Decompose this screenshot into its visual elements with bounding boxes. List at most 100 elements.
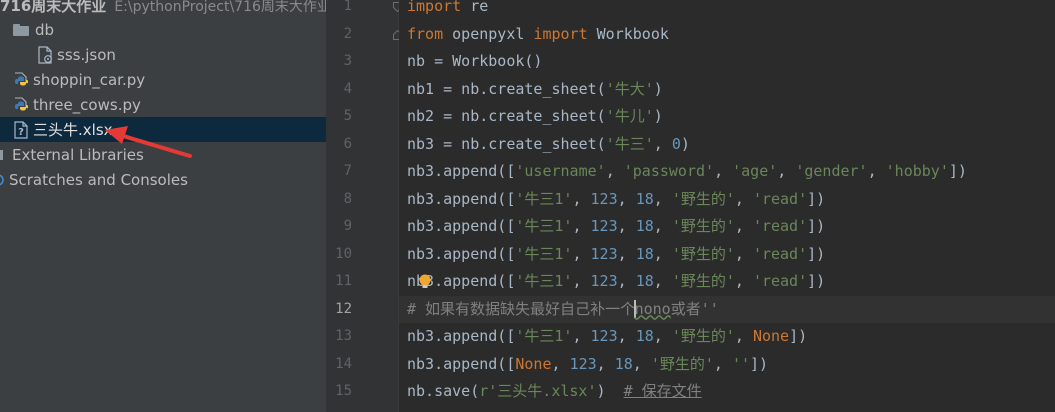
code-token: '牛三1': [515, 272, 573, 290]
tree-item-three-cows[interactable]: three_cows.py: [0, 92, 326, 117]
code-token: ,: [572, 327, 591, 345]
code-token: '牛儿': [605, 107, 654, 125]
code-token: 或者'': [670, 299, 719, 318]
code-token: 'read': [752, 244, 808, 263]
code-token: ,: [632, 354, 651, 373]
code-token: ): [596, 382, 624, 400]
code-token: ]): [807, 217, 826, 235]
code-token: ,: [653, 327, 672, 345]
line-number: 5: [343, 108, 352, 124]
code-line[interactable]: nb3.append(['牛三1', 123, 18, '野生的', None]…: [407, 323, 807, 351]
code-token: nb3.append([: [407, 327, 516, 345]
code-token: ,: [714, 162, 733, 180]
code-token: ,: [653, 272, 672, 290]
code-token: ,: [617, 189, 636, 208]
code-token: ,: [617, 327, 636, 345]
code-token: ,: [734, 217, 753, 235]
code-token: ,: [551, 354, 570, 373]
tree-item-label: three_cows.py: [33, 95, 141, 114]
code-token: 'hobby': [885, 162, 949, 180]
tree-item-scratches[interactable]: Scratches and Consoles: [0, 167, 326, 192]
tree-item-external-libraries[interactable]: External Libraries: [0, 142, 326, 167]
python-file-icon: [15, 96, 28, 110]
code-token: ,: [572, 272, 591, 290]
code-line[interactable]: nb3.append(['牛三1', 123, 18, '野生的', 'read…: [407, 186, 825, 214]
code-line[interactable]: from openpyxl import Workbook: [407, 21, 669, 49]
line-number: 10: [335, 245, 352, 262]
code-editor[interactable]: import re from openpyxl import Workbook nb…: [399, 0, 1055, 412]
tree-item-label: 三头牛.xlsx: [33, 121, 113, 139]
folder-icon: [13, 23, 29, 36]
code-line[interactable]: nb3.append(['牛三1', 123, 18, '野生的', 'read…: [407, 213, 825, 241]
json-file-icon: [38, 45, 52, 64]
code-token: '牛三1': [515, 244, 573, 263]
root-folder-label: 716周末大作业: [0, 0, 107, 15]
code-line[interactable]: nb3.append(['username', 'password', 'age…: [407, 158, 967, 186]
tree-item-label: External Libraries: [12, 145, 144, 164]
code-token: 'password': [623, 162, 715, 180]
tree-item-xlsx-selected[interactable]: ? 三头牛.xlsx: [0, 117, 326, 142]
code-line[interactable]: nb = Workbook(): [407, 48, 542, 76]
code-token: ,: [653, 244, 672, 263]
code-line[interactable]: nb3 = nb.create_sheet('牛三', 0): [407, 131, 690, 159]
tree-item-shoppin-car[interactable]: shoppin_car.py: [0, 67, 326, 92]
code-token: '牛三': [605, 134, 654, 153]
code-token: None: [515, 354, 552, 373]
line-number: 9: [343, 218, 352, 234]
code-token: ]): [948, 162, 967, 180]
library-icon: [0, 149, 3, 160]
code-token: 123: [590, 217, 618, 235]
tree-item-db[interactable]: db: [0, 17, 326, 42]
code-line[interactable]: nb2 = nb.create_sheet('牛儿'): [407, 103, 663, 131]
code-token: 'read': [752, 272, 808, 290]
code-line[interactable]: # 如果有数据缺失最好自己补一个nono或者'': [407, 296, 719, 324]
line-number: 6: [343, 135, 352, 152]
code-token: nb = Workbook(): [407, 52, 543, 70]
code-line[interactable]: nb3.append([None, 123, 18, '野生的', '']): [407, 351, 768, 379]
code-line[interactable]: nb.save(r'三头牛.xlsx') # 保存文件: [407, 378, 702, 406]
tree-item-sss-json[interactable]: sss.json: [0, 42, 326, 67]
code-token: 18: [635, 189, 654, 208]
code-token: nb3.append([: [407, 217, 516, 235]
code-token: ,: [713, 354, 732, 373]
code-token: Workbook: [587, 24, 669, 43]
code-token: ,: [867, 162, 886, 180]
code-token: nb2 = nb.create_sheet(: [407, 107, 606, 125]
line-number: 15: [335, 383, 352, 399]
code-token: 123: [590, 244, 618, 263]
code-line[interactable]: nb1 = nb.create_sheet('牛大'): [407, 76, 663, 104]
scratches-icon: [0, 174, 4, 185]
code-token: 123: [569, 354, 597, 373]
code-token: nb3.append([: [407, 354, 516, 373]
code-token: 18: [635, 244, 654, 263]
line-number: 12: [335, 300, 352, 317]
tree-item-label: Scratches and Consoles: [9, 170, 188, 189]
python-file-icon: [15, 71, 28, 85]
code-token: ]): [807, 189, 826, 208]
line-number: 2: [343, 25, 352, 42]
project-panel: 716周末大作业 E:\pythonProject\716周末大作业 db ss…: [0, 0, 326, 412]
code-line[interactable]: nb3.append(['牛三1', 123, 18, '野生的', 'read…: [407, 241, 825, 269]
code-token: '牛大': [605, 79, 654, 98]
code-line[interactable]: import re: [407, 0, 488, 21]
code-token: '野生的': [671, 189, 735, 208]
code-token: ]): [807, 244, 826, 263]
line-number: 8: [343, 190, 352, 207]
code-token: '牛三1': [515, 217, 573, 235]
code-token: ,: [596, 354, 615, 373]
unknown-file-icon: ?: [14, 120, 28, 139]
code-token: re: [461, 0, 489, 15]
code-token: 0: [671, 134, 681, 153]
code-token: 18: [635, 217, 654, 235]
code-token: '野生的': [671, 244, 735, 263]
code-token: ]): [789, 327, 808, 345]
tree-item-label: sss.json: [57, 45, 116, 64]
tree-root[interactable]: 716周末大作业 E:\pythonProject\716周末大作业: [0, 0, 326, 18]
code-token: nb1 = nb.create_sheet(: [407, 79, 606, 98]
code-line[interactable]: nb3.append(['牛三1', 123, 18, '野生的', 'read…: [407, 268, 825, 296]
tree-item-label: db: [35, 20, 55, 39]
lightbulb-icon[interactable]: [418, 274, 432, 290]
line-number: 4: [343, 80, 352, 97]
line-number: 14: [335, 355, 352, 372]
code-token: ,: [617, 272, 636, 290]
